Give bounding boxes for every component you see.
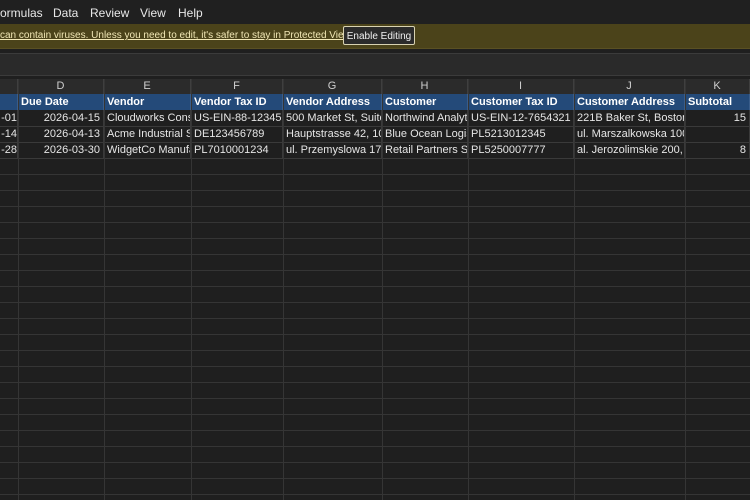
column-headers: D E F G H I J K <box>0 79 750 95</box>
menu-bar: ormulas Data Review View Help <box>0 0 750 24</box>
empty-row[interactable] <box>0 350 750 367</box>
empty-row[interactable] <box>0 302 750 319</box>
gridline <box>104 79 105 500</box>
cell-vendor-tax-id[interactable]: DE123456789 <box>191 126 283 142</box>
empty-row[interactable] <box>0 414 750 431</box>
empty-row[interactable] <box>0 286 750 303</box>
cell-customer[interactable]: Blue Ocean Logistics <box>382 126 468 142</box>
cell-customer-tax-id[interactable]: US-EIN-12-7654321 <box>468 110 574 126</box>
table-header-row: Due Date Vendor Vendor Tax ID Vendor Add… <box>0 94 750 110</box>
cell-customer-tax-id[interactable]: PL5250007777 <box>468 142 574 158</box>
empty-row[interactable] <box>0 430 750 447</box>
header-vendor-tax-id[interactable]: Vendor Tax ID <box>191 94 283 110</box>
cell-vendor-address[interactable]: 500 Market St, Suite <box>283 110 382 126</box>
table-row: -01 2026-04-15 Cloudworks Consulting US-… <box>0 110 750 127</box>
column-header-f[interactable]: F <box>191 79 283 94</box>
empty-row[interactable] <box>0 190 750 207</box>
menu-view[interactable]: View <box>140 6 166 20</box>
cell-customer-address[interactable]: 221B Baker St, Boston, <box>574 110 685 126</box>
cell-customer-tax-id[interactable]: PL5213012345 <box>468 126 574 142</box>
cell-customer[interactable]: Northwind Analytics <box>382 110 468 126</box>
empty-row[interactable] <box>0 206 750 223</box>
column-header-h[interactable]: H <box>382 79 468 94</box>
column-header-g[interactable]: G <box>283 79 382 94</box>
cell-subtotal[interactable] <box>685 126 750 142</box>
header-customer[interactable]: Customer <box>382 94 468 110</box>
header-due-date[interactable]: Due Date <box>18 94 104 110</box>
gridline <box>468 79 469 500</box>
empty-row[interactable] <box>0 478 750 495</box>
empty-row[interactable] <box>0 398 750 415</box>
empty-row[interactable] <box>0 222 750 239</box>
table-row: -14 2026-04-13 Acme Industrial Supplies … <box>0 126 750 143</box>
header-customer-tax-id[interactable]: Customer Tax ID <box>468 94 574 110</box>
cell-date[interactable]: -14 <box>0 126 18 142</box>
menu-help[interactable]: Help <box>178 6 203 20</box>
cell-subtotal[interactable]: 8 <box>685 142 750 158</box>
cell-vendor-address[interactable]: ul. Przemyslowa 17, <box>283 142 382 158</box>
empty-row[interactable] <box>0 270 750 287</box>
menu-review[interactable]: Review <box>90 6 129 20</box>
header-subtotal[interactable]: Subtotal <box>685 94 750 110</box>
cell-vendor-tax-id[interactable]: US-EIN-88-1234567 <box>191 110 283 126</box>
column-header-i[interactable]: I <box>468 79 574 94</box>
cell-customer[interactable]: Retail Partners S.A. <box>382 142 468 158</box>
menu-data[interactable]: Data <box>53 6 78 20</box>
column-header-j[interactable]: J <box>574 79 685 94</box>
table-row: -28 2026-03-30 WidgetCo Manufacturing PL… <box>0 142 750 159</box>
empty-row[interactable] <box>0 366 750 383</box>
column-header-k[interactable]: K <box>685 79 750 94</box>
empty-row[interactable] <box>0 254 750 271</box>
gridline <box>685 79 686 500</box>
cell-due-date[interactable]: 2026-04-13 <box>18 126 104 142</box>
cell-vendor[interactable]: Acme Industrial Supplies <box>104 126 191 142</box>
menu-formulas[interactable]: ormulas <box>0 6 43 20</box>
empty-row[interactable] <box>0 382 750 399</box>
empty-row[interactable] <box>0 462 750 479</box>
cell-subtotal[interactable]: 15 <box>685 110 750 126</box>
cell-customer-address[interactable]: al. Jerozolimskie 200, 0 <box>574 142 685 158</box>
cell-vendor-tax-id[interactable]: PL7010001234 <box>191 142 283 158</box>
cell-due-date[interactable]: 2026-04-15 <box>18 110 104 126</box>
gridline <box>382 79 383 500</box>
column-header-e[interactable]: E <box>104 79 191 94</box>
cell-vendor[interactable]: Cloudworks Consulting <box>104 110 191 126</box>
empty-row[interactable] <box>0 334 750 351</box>
column-header-d[interactable]: D <box>18 79 104 94</box>
empty-row[interactable] <box>0 158 750 175</box>
empty-row[interactable] <box>0 238 750 255</box>
header-vendor-address[interactable]: Vendor Address <box>283 94 382 110</box>
enable-editing-button[interactable]: Enable Editing <box>343 26 415 45</box>
gridline <box>191 79 192 500</box>
spreadsheet-grid[interactable]: D E F G H I J K Due Date Vendor Vendor T… <box>0 79 750 500</box>
cell-vendor-address[interactable]: Hauptstrasse 42, 10 <box>283 126 382 142</box>
cell-vendor[interactable]: WidgetCo Manufacturing <box>104 142 191 158</box>
empty-row[interactable] <box>0 174 750 191</box>
formula-bar[interactable] <box>0 53 750 76</box>
column-header-c[interactable] <box>0 79 18 94</box>
header-cell-c[interactable] <box>0 94 18 110</box>
gridline <box>574 79 575 500</box>
cell-due-date[interactable]: 2026-03-30 <box>18 142 104 158</box>
protected-view-message: can contain viruses. Unless you need to … <box>0 30 354 41</box>
header-customer-address[interactable]: Customer Address <box>574 94 685 110</box>
gridline <box>283 79 284 500</box>
cell-date[interactable]: -28 <box>0 142 18 158</box>
empty-row[interactable] <box>0 318 750 335</box>
gridline <box>18 79 19 500</box>
cell-date[interactable]: -01 <box>0 110 18 126</box>
protected-view-banner: can contain viruses. Unless you need to … <box>0 24 750 49</box>
cell-customer-address[interactable]: ul. Marszalkowska 100 <box>574 126 685 142</box>
empty-row[interactable] <box>0 446 750 463</box>
header-vendor[interactable]: Vendor <box>104 94 191 110</box>
